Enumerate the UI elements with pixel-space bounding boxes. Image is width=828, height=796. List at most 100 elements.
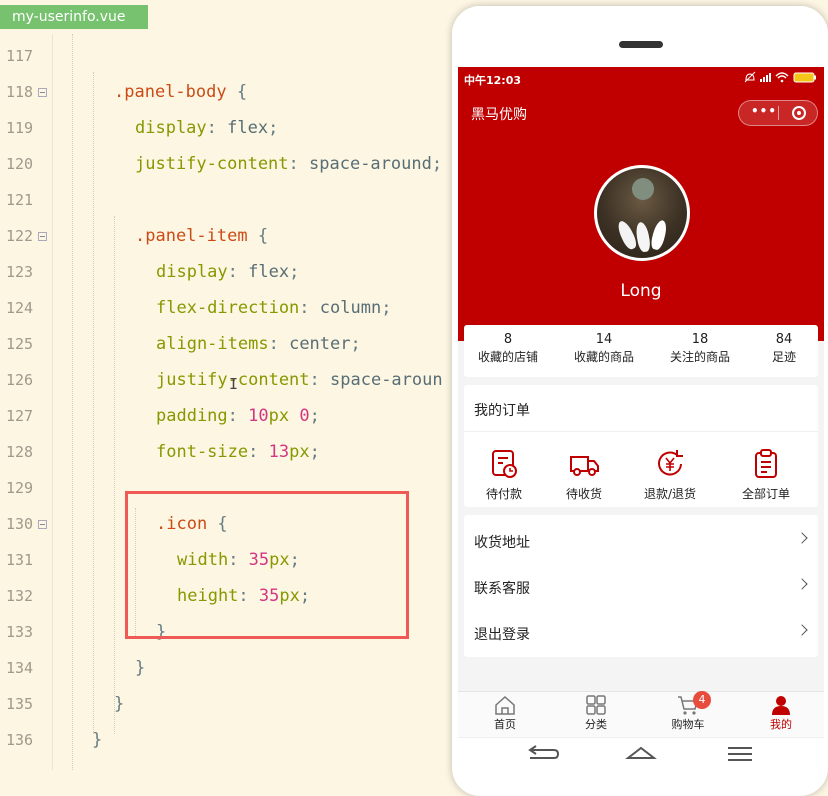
order-label: 全部订单: [741, 487, 790, 501]
orders-panel: 我的订单 待付款 待收货 退款/退货 全部订单: [464, 385, 818, 507]
stat-item[interactable]: 14 收藏的商品: [564, 332, 644, 366]
code-token: :: [299, 298, 320, 318]
cart-badge: 4: [693, 691, 711, 709]
code-token: flex-direction: [156, 298, 300, 318]
avatar-photo-detail: [615, 218, 639, 252]
code-token: {: [226, 82, 248, 102]
user-icon: [772, 696, 790, 715]
highlight-box: [125, 491, 409, 639]
code-token: 10: [248, 406, 269, 426]
chevron-right-icon: [796, 532, 808, 544]
line-number: 130: [6, 515, 34, 533]
code-token: .panel-body: [114, 82, 227, 102]
miniapp-capsule[interactable]: •••: [738, 100, 818, 126]
code-token: column: [319, 298, 382, 318]
code-token: flex: [227, 118, 269, 138]
nav-bar: 黑马优购 •••: [458, 91, 824, 135]
code-token: space-around: [309, 154, 432, 174]
code-token: {: [247, 226, 269, 246]
tab-home[interactable]: 首页: [470, 694, 540, 732]
code-token: padding: [156, 406, 228, 426]
phone-screen: 中午12:03 黑马优购 ••• Long 8 收藏的店铺 14 收藏的商品 1…: [458, 67, 824, 767]
stat-label: 收藏的店铺: [477, 350, 538, 364]
code-token: .panel-item: [135, 226, 248, 246]
line-number: 136: [6, 731, 34, 749]
more-icon[interactable]: •••: [751, 104, 777, 118]
indent-guide: [93, 72, 94, 734]
avatar[interactable]: [594, 165, 690, 261]
code-token: ;: [431, 154, 443, 174]
stat-label: 收藏的商品: [573, 350, 634, 364]
order-item[interactable]: 全部订单: [726, 447, 806, 502]
stat-item[interactable]: 8 收藏的店铺: [468, 332, 548, 366]
indent-guide: [114, 216, 115, 734]
code-text: font-size: 13px;: [156, 434, 320, 470]
code-text: padding: 10px 0;: [156, 398, 320, 434]
tab-category[interactable]: 分类: [561, 694, 631, 732]
tab-label: 分类: [585, 718, 607, 731]
tab-cart[interactable]: 4 购物车: [653, 691, 723, 732]
menu-icon: [728, 747, 752, 761]
menu-item-logout[interactable]: 退出登录: [464, 609, 818, 655]
line-number: 132: [6, 587, 34, 605]
code-token: font-size: [156, 442, 249, 462]
line-number: 119: [6, 119, 34, 137]
stat-item[interactable]: 84 足迹: [764, 332, 804, 366]
text-cursor-icon: I: [229, 375, 239, 393]
capsule-divider: [778, 106, 779, 120]
close-target-icon[interactable]: [792, 106, 806, 120]
code-token: px: [289, 442, 310, 462]
fold-toggle-icon[interactable]: [38, 520, 47, 529]
phone-simulator: 中午12:03 黑马优购 ••• Long 8 收藏的店铺 14 收藏的商品 1…: [452, 6, 828, 796]
menu-item-address[interactable]: 收货地址: [464, 517, 818, 563]
code-token: :: [227, 406, 249, 426]
back-icon: [528, 745, 560, 759]
status-bar: 中午12:03: [458, 67, 824, 91]
code-text: .panel-item {: [135, 218, 268, 254]
phone-speaker: [619, 41, 663, 48]
signal-wifi-battery-icon: [744, 71, 816, 83]
code-token: ;: [350, 334, 361, 354]
status-icons: [742, 70, 818, 87]
code-token: ;: [381, 298, 392, 318]
code-token: ;: [268, 118, 279, 138]
line-number: 120: [6, 155, 34, 173]
menu-item-support[interactable]: 联系客服: [464, 563, 818, 609]
avatar-photo-detail: [632, 178, 654, 200]
code-token: :: [288, 154, 310, 174]
avatar-photo-detail: [649, 218, 669, 252]
code-token: display: [135, 118, 207, 138]
code-text: }: [135, 650, 145, 686]
line-number: 135: [6, 695, 34, 713]
code-token: align-items: [156, 334, 269, 354]
nav-title: 黑马优购: [471, 107, 527, 123]
order-label: 退款/退货: [643, 487, 697, 501]
avatar-photo-detail: [634, 221, 652, 253]
order-item[interactable]: 退款/退货: [630, 447, 710, 502]
tab-bar: 首页 分类 4 购物车 我的: [458, 691, 824, 738]
code-token: flex: [248, 262, 290, 282]
clipboard-icon: [755, 449, 777, 478]
code-token: :: [268, 334, 290, 354]
line-number: 118: [6, 83, 34, 101]
code-text: .panel-body {: [114, 74, 247, 110]
stat-value: 8: [503, 332, 513, 347]
system-nav-bar: [458, 737, 824, 767]
orders-title: 我的订单: [474, 403, 530, 419]
line-number: 123: [6, 263, 34, 281]
line-number: 121: [6, 191, 34, 209]
tab-mine[interactable]: 我的: [746, 694, 816, 732]
code-text: align-items: center;: [156, 326, 361, 362]
line-number: 128: [6, 443, 34, 461]
menu-label: 联系客服: [474, 581, 530, 597]
username: Long: [620, 281, 662, 301]
order-item[interactable]: 待收货: [544, 447, 624, 502]
file-tab[interactable]: my-userinfo.vue: [0, 5, 148, 29]
order-item[interactable]: 待付款: [464, 447, 544, 502]
stat-item[interactable]: 18 关注的商品: [660, 332, 740, 366]
line-number: 129: [6, 479, 34, 497]
fold-toggle-icon[interactable]: [38, 232, 47, 241]
code-token: :: [309, 370, 331, 390]
fold-toggle-icon[interactable]: [38, 88, 47, 97]
